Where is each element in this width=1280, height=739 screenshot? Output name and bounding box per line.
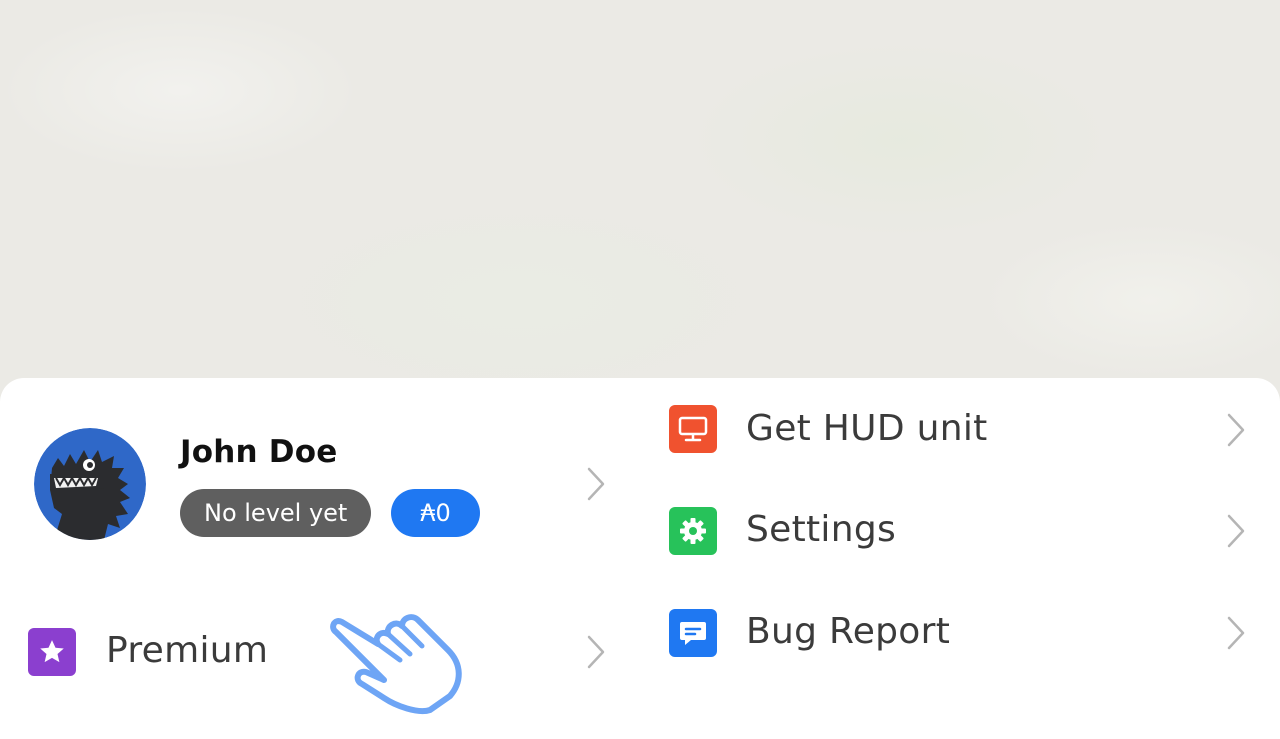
menu-item-label: Bug Report: [746, 611, 951, 652]
chevron-right-icon: [587, 635, 605, 669]
menu-item-settings[interactable]: Settings: [669, 491, 1259, 571]
coins-badge: ₳0: [391, 489, 480, 537]
chevron-right-icon: [1227, 616, 1245, 650]
menu-item-bug-report[interactable]: Bug Report: [669, 593, 1259, 673]
chevron-right-icon: [1227, 413, 1245, 447]
menu-item-get-hud-unit[interactable]: Get HUD unit: [669, 390, 1259, 470]
profile-name: John Doe: [180, 434, 338, 470]
gear-icon: [669, 507, 717, 555]
menu-item-label: Premium: [106, 630, 269, 671]
level-badge: No level yet: [180, 489, 372, 537]
chat-bubble-icon: [669, 609, 717, 657]
chevron-right-icon: [587, 467, 605, 501]
map-background[interactable]: [0, 0, 1280, 400]
menu-item-label: Get HUD unit: [746, 408, 988, 449]
star-icon: [28, 628, 76, 676]
profile-row[interactable]: John Doe No level yet ₳0: [0, 420, 630, 550]
menu-item-label: Settings: [746, 509, 897, 550]
pointer-hand-icon: [330, 614, 462, 714]
chevron-right-icon: [1227, 514, 1245, 548]
dinosaur-avatar-icon: [34, 428, 146, 540]
monitor-icon: [669, 405, 717, 453]
